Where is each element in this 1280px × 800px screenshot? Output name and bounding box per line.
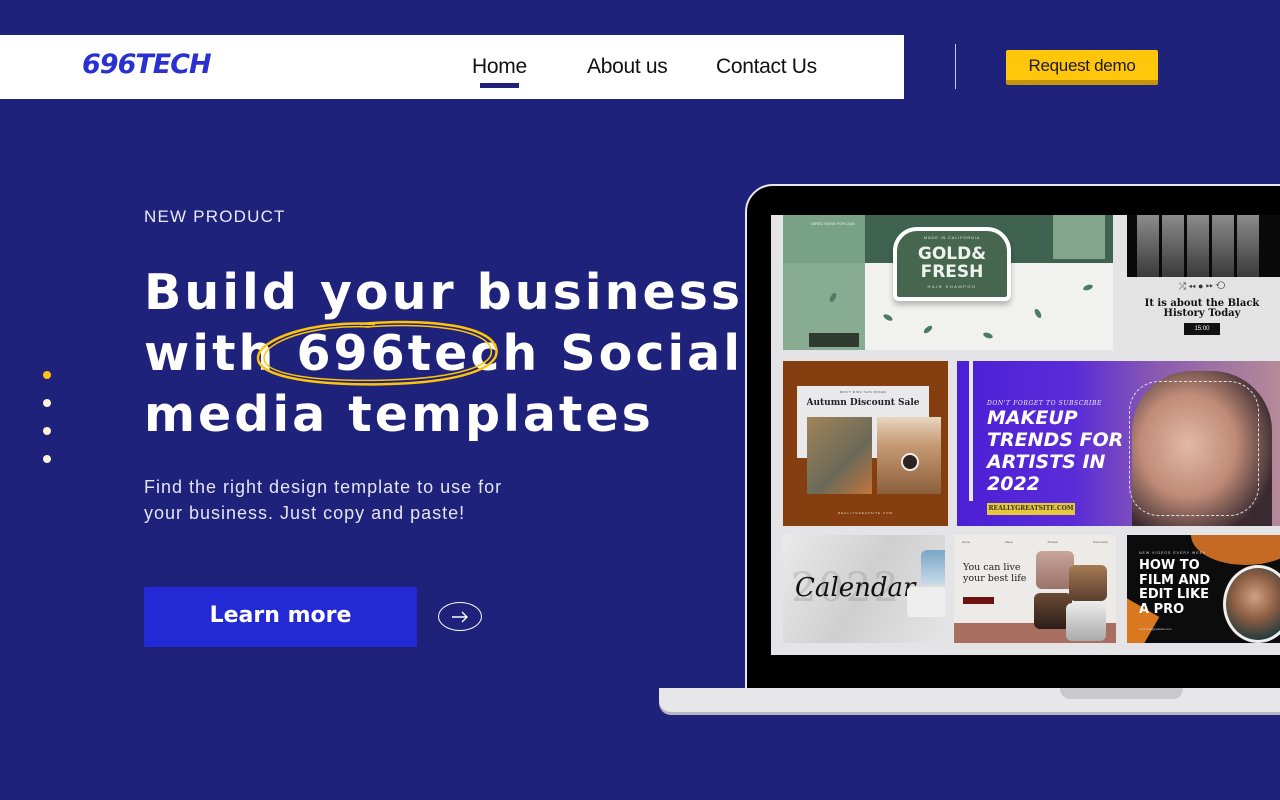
title-line: FILM AND [1139, 572, 1211, 588]
slider-dots [43, 371, 51, 483]
title-line: ARTISTS IN [987, 451, 1106, 473]
site-footer: REALLYGREATSITE.COM [838, 511, 893, 515]
slider-dot-active[interactable] [43, 371, 51, 379]
slider-dot[interactable] [43, 427, 51, 435]
template-title: MAKEUP TRENDS FOR ARTISTS IN 2022 [987, 407, 1123, 495]
subtitle-line: Find the right design template to use fo… [144, 477, 503, 497]
barcode-icon [809, 333, 859, 347]
player-controls: ⤮ ◂◂ ● ▸▸ ⟲ [1178, 281, 1226, 291]
mini-cta-button [963, 597, 994, 604]
headline-line-2: with 696tech Social [144, 323, 743, 384]
label-side-panel [783, 215, 865, 350]
next-arrow-button[interactable] [438, 602, 482, 631]
creator-photo [1223, 565, 1280, 643]
portrait [1237, 215, 1259, 277]
subtitle-line: your business. Just copy and paste! [144, 503, 466, 523]
accent-bar [969, 361, 973, 501]
leaf-icon [1082, 283, 1094, 292]
time-badge: 15:00 [1184, 323, 1220, 335]
coffee-cup-icon [901, 453, 919, 471]
laptop-base [659, 688, 1280, 712]
template-film-pro[interactable]: NEW VIDEOS EVERY WEEK HOW TO FILM AND ED… [1127, 535, 1280, 643]
navbar: 696TECH Home About us Contact Us [0, 35, 904, 99]
title-line: 2022 [987, 473, 1040, 495]
logo[interactable]: 696TECH [82, 49, 212, 80]
laptop-notch [1060, 688, 1183, 699]
title-line: A PRO [1139, 601, 1185, 617]
title-line: HOW TO [1139, 558, 1200, 573]
template-title: Calendar [795, 573, 916, 603]
mini-nav-item: Community [1092, 540, 1108, 544]
leaf-icon [1033, 307, 1043, 320]
template-title: You can live your best life [963, 562, 1026, 584]
mini-nav-item: Product [1047, 540, 1058, 544]
template-calendar[interactable]: 2022 Calendar [783, 535, 945, 643]
bag-photo [807, 417, 872, 494]
headline-brand-highlight: 696tech [296, 325, 541, 382]
site-badge: REALLYGREATSITE.COM [987, 503, 1075, 515]
nav-home[interactable]: Home [472, 55, 527, 79]
hero-subtitle: Find the right design template to use fo… [144, 474, 502, 526]
leaf-icon [982, 331, 994, 340]
laptop-screen: DIRECTIONS FOR USE: MADE IN CALIFORNIA G… [771, 215, 1280, 655]
portrait [1066, 603, 1106, 641]
headline-line-3: media templates [144, 386, 654, 443]
template-makeup-trends[interactable]: DON'T FORGET TO SUBSCRIBE MAKEUP TRENDS … [957, 361, 1280, 526]
template-black-history[interactable]: ⤮ ◂◂ ● ▸▸ ⟲ It is about the Black Histor… [1127, 215, 1280, 350]
portrait [1069, 565, 1107, 601]
portrait [1212, 215, 1234, 277]
slider-dot[interactable] [43, 455, 51, 463]
note-card [907, 587, 945, 617]
portrait [1162, 215, 1184, 277]
template-title: It is about the Black History Today [1144, 298, 1260, 319]
directions-text: DIRECTIONS FOR USE: [811, 221, 856, 226]
brand-badge: MADE IN CALIFORNIA GOLD& FRESH HAIR SHAM… [893, 227, 1011, 301]
title-line: MAKEUP [987, 407, 1078, 429]
portrait [1187, 215, 1209, 277]
template-best-life[interactable]: Home About Product Community You can liv… [954, 535, 1116, 643]
mini-nav-item: About [1004, 540, 1013, 544]
request-demo-button[interactable]: Request demo [1006, 50, 1158, 85]
template-title: HOW TO FILM AND EDIT LIKE A PRO [1139, 558, 1211, 617]
dashed-frame [1129, 381, 1259, 516]
title-line: EDIT LIKE [1139, 587, 1209, 602]
badge-subtitle: HAIR SHAMPOO [927, 284, 977, 289]
title-line: TRENDS FOR [987, 429, 1124, 451]
template-title: Autumn Discount Sale [806, 398, 920, 408]
title-line: your best life [963, 573, 1027, 584]
leaf-icon [882, 312, 894, 323]
slider-dot[interactable] [43, 399, 51, 407]
nav-divider [955, 44, 956, 89]
headline-line-1: Build your business [144, 264, 744, 321]
nav-about-us[interactable]: About us [587, 55, 668, 79]
leaf-icon [922, 324, 934, 335]
headline-text: Social [540, 325, 744, 382]
arrow-right-icon [452, 611, 468, 622]
portrait-strip [1127, 215, 1280, 277]
mini-nav-item: Home [962, 540, 971, 544]
title-line: You can live [963, 562, 1021, 573]
template-autumn-sale[interactable]: DON'T MISS THIS OFFER Autumn Discount Sa… [783, 361, 948, 526]
sky-photo [921, 550, 945, 585]
nav-contact-us[interactable]: Contact Us [716, 55, 817, 79]
eyebrow-label: NEW PRODUCT [144, 207, 286, 226]
site-url: www.reallygreatsite.com [1139, 627, 1172, 631]
portrait [1137, 215, 1159, 277]
learn-more-button[interactable]: Learn more [144, 587, 417, 647]
kicker: NEW VIDEOS EVERY WEEK [1139, 551, 1207, 555]
hero-headline: Build your business with 696tech Social … [144, 262, 743, 445]
template-gold-fresh[interactable]: DIRECTIONS FOR USE: MADE IN CALIFORNIA G… [783, 215, 1113, 350]
badge-tagline: MADE IN CALIFORNIA [923, 235, 981, 240]
label-right-panel [1053, 215, 1105, 259]
headline-text: with [144, 325, 297, 382]
kicker: DON'T MISS THIS OFFER [839, 390, 887, 394]
mini-nav: Home About Product Community [962, 540, 1108, 544]
active-nav-indicator [480, 83, 519, 88]
badge-title: GOLD& FRESH [917, 244, 987, 282]
